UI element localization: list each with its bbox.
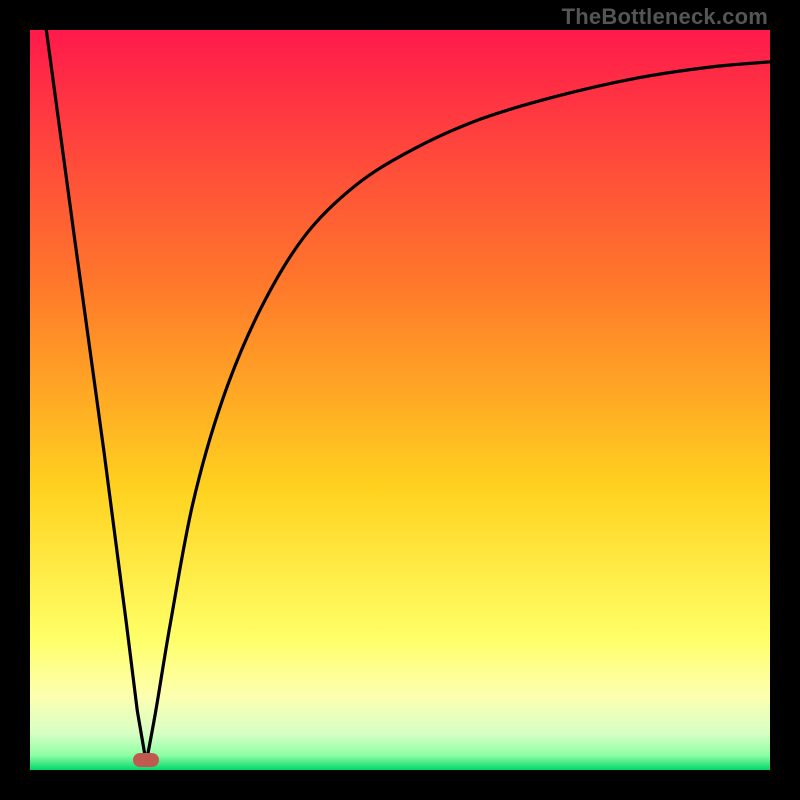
watermark-text: TheBottleneck.com xyxy=(562,4,768,30)
chart-frame: TheBottleneck.com xyxy=(0,0,800,800)
optimum-marker xyxy=(133,753,159,767)
curve-path xyxy=(46,30,770,763)
bottleneck-curve xyxy=(30,30,770,770)
plot-area xyxy=(30,30,770,770)
